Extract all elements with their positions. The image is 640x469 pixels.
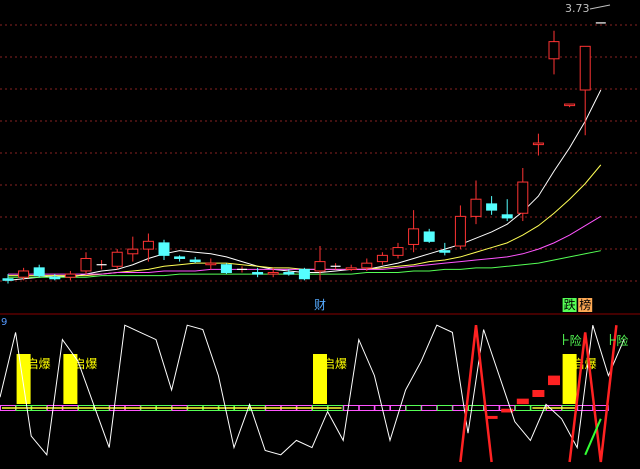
candle — [205, 258, 217, 270]
oscillator-line — [0, 324, 625, 456]
candle — [532, 133, 544, 156]
qibao-label: 启爆 — [27, 357, 51, 371]
candle-body — [548, 41, 560, 60]
signal-base-bar — [390, 405, 406, 411]
candle-body — [517, 181, 529, 214]
stock-chart: 财跌榜 3.73 9 启爆 启爆 启爆 启爆险险 — [0, 2, 640, 463]
signal-base-bar — [358, 405, 375, 411]
candle-body — [142, 240, 154, 250]
candle-body — [64, 273, 76, 278]
candle-body — [392, 247, 404, 256]
qibao-label: 启爆 — [323, 357, 347, 371]
candle — [189, 256, 201, 264]
candle-body — [470, 198, 482, 217]
candle-body — [18, 270, 30, 278]
candle — [49, 274, 61, 281]
signal-base-bar — [577, 405, 594, 411]
candle-body — [127, 248, 139, 255]
candle — [470, 180, 482, 225]
candle-body — [220, 264, 232, 274]
candle-body — [49, 276, 61, 280]
candle-body — [252, 272, 264, 275]
candle — [408, 210, 420, 253]
annotation-text: 跌 — [564, 297, 576, 312]
candle — [330, 263, 341, 270]
candle — [564, 103, 576, 108]
candle — [501, 199, 513, 222]
candle-body — [361, 262, 373, 269]
candle — [376, 252, 388, 265]
candle-body — [579, 45, 591, 91]
candle-body — [345, 267, 357, 270]
indicator-axis-label: 9 — [1, 317, 7, 328]
candle-body — [423, 231, 435, 242]
candle — [111, 249, 123, 270]
signal-base-bar — [436, 405, 453, 411]
candle-body — [33, 267, 45, 277]
candle — [127, 236, 139, 262]
candle-body — [532, 142, 544, 146]
candle-body — [298, 268, 310, 280]
candle-body — [408, 228, 420, 245]
signal-base-bar — [343, 405, 360, 411]
candle — [517, 168, 529, 222]
candle-body — [174, 256, 186, 259]
candle — [486, 196, 498, 215]
candle-body — [454, 215, 466, 247]
indicator-panel: 启爆 启爆 启爆 启爆险险 — [0, 324, 628, 463]
candle — [96, 260, 107, 270]
candle — [220, 263, 232, 275]
candle-body — [501, 214, 513, 219]
max-price-label: 3.73 — [565, 2, 590, 15]
price-grid — [0, 24, 640, 282]
red-step-bar — [516, 398, 529, 405]
xian-label: 险 — [616, 333, 628, 348]
candle — [158, 239, 170, 261]
candle-body — [189, 259, 201, 263]
candle — [80, 252, 92, 275]
candle-body — [314, 261, 326, 272]
candle-body — [205, 262, 217, 266]
candle-body — [376, 254, 388, 263]
candle-body — [439, 250, 451, 253]
annotation-text: 财 — [314, 298, 326, 312]
candle — [579, 45, 591, 136]
red-step-bar — [532, 390, 545, 397]
qibao-label: 启爆 — [573, 357, 597, 371]
signal-base-bar — [405, 405, 422, 411]
candle-body — [111, 251, 123, 267]
candle — [423, 228, 435, 243]
signal-base-bar — [514, 405, 531, 411]
candle — [454, 205, 466, 250]
candle-body — [267, 272, 279, 275]
xian-label: 险 — [570, 333, 582, 348]
candle — [174, 255, 186, 262]
red-signal-line — [459, 325, 493, 463]
candle — [314, 246, 326, 281]
candle — [392, 242, 404, 259]
candle — [237, 266, 247, 273]
red-step-bar — [548, 375, 560, 386]
signal-base-bar — [468, 405, 484, 411]
signal-base-bar — [421, 405, 438, 411]
candle — [33, 264, 45, 278]
candle-body — [80, 257, 92, 272]
candle-body — [2, 278, 14, 281]
candle-body — [486, 203, 498, 211]
annotation-text: 榜 — [579, 297, 591, 312]
candle — [64, 270, 76, 281]
candle — [298, 267, 310, 281]
candle-body — [283, 272, 295, 275]
candle-body — [158, 242, 170, 256]
max-price-pointer — [589, 4, 611, 10]
candle-body — [564, 103, 576, 107]
candle — [548, 30, 560, 75]
price-annotations: 财 跌榜 — [314, 297, 593, 312]
